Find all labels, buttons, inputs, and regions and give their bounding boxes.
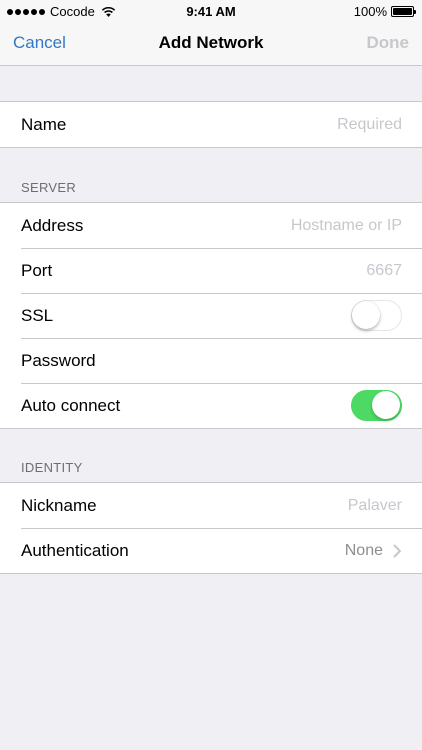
password-row[interactable]: Password <box>0 338 422 383</box>
auto-connect-toggle[interactable] <box>351 390 402 421</box>
ssl-label: SSL <box>21 305 54 325</box>
done-button[interactable]: Done <box>367 33 410 53</box>
identity-group: Nickname Palaver Authentication None <box>0 482 422 574</box>
status-bar: Cocode 9:41 AM 100% <box>0 0 422 22</box>
port-label: Port <box>21 260 53 280</box>
name-row[interactable]: Name Required <box>0 102 422 147</box>
nickname-label: Nickname <box>21 495 97 515</box>
port-row[interactable]: Port 6667 <box>0 248 422 293</box>
nickname-row[interactable]: Nickname Palaver <box>0 483 422 528</box>
address-field[interactable]: Hostname or IP <box>291 217 402 235</box>
port-field[interactable]: 6667 <box>366 262 402 280</box>
name-label: Name <box>21 114 67 134</box>
ssl-row: SSL <box>0 293 422 338</box>
name-group: Name Required <box>0 101 422 148</box>
nickname-field[interactable]: Palaver <box>348 497 402 515</box>
status-right: 100% <box>353 4 416 19</box>
battery-percentage: 100% <box>353 4 387 19</box>
page-title: Add Network <box>158 33 264 52</box>
toggle-knob <box>352 301 380 329</box>
ssl-toggle[interactable] <box>351 300 402 331</box>
auto-connect-label: Auto connect <box>21 395 121 415</box>
toggle-knob <box>372 391 400 419</box>
name-field[interactable]: Required <box>337 116 402 134</box>
identity-section-header: IDENTITY <box>21 460 83 475</box>
address-label: Address <box>21 215 84 235</box>
authentication-value: None <box>344 541 383 559</box>
server-group: Address Hostname or IP Port 6667 SSL Pas… <box>0 202 422 429</box>
auto-connect-row: Auto connect <box>0 383 422 428</box>
server-section-header: SERVER <box>21 180 77 195</box>
navigation-bar: Cancel Add Network Done <box>0 22 422 66</box>
password-label: Password <box>21 350 96 370</box>
authentication-row[interactable]: Authentication None <box>0 528 422 573</box>
authentication-label: Authentication <box>21 540 129 560</box>
address-row[interactable]: Address Hostname or IP <box>0 203 422 248</box>
battery-icon <box>391 6 416 17</box>
chevron-right-icon <box>393 544 401 557</box>
